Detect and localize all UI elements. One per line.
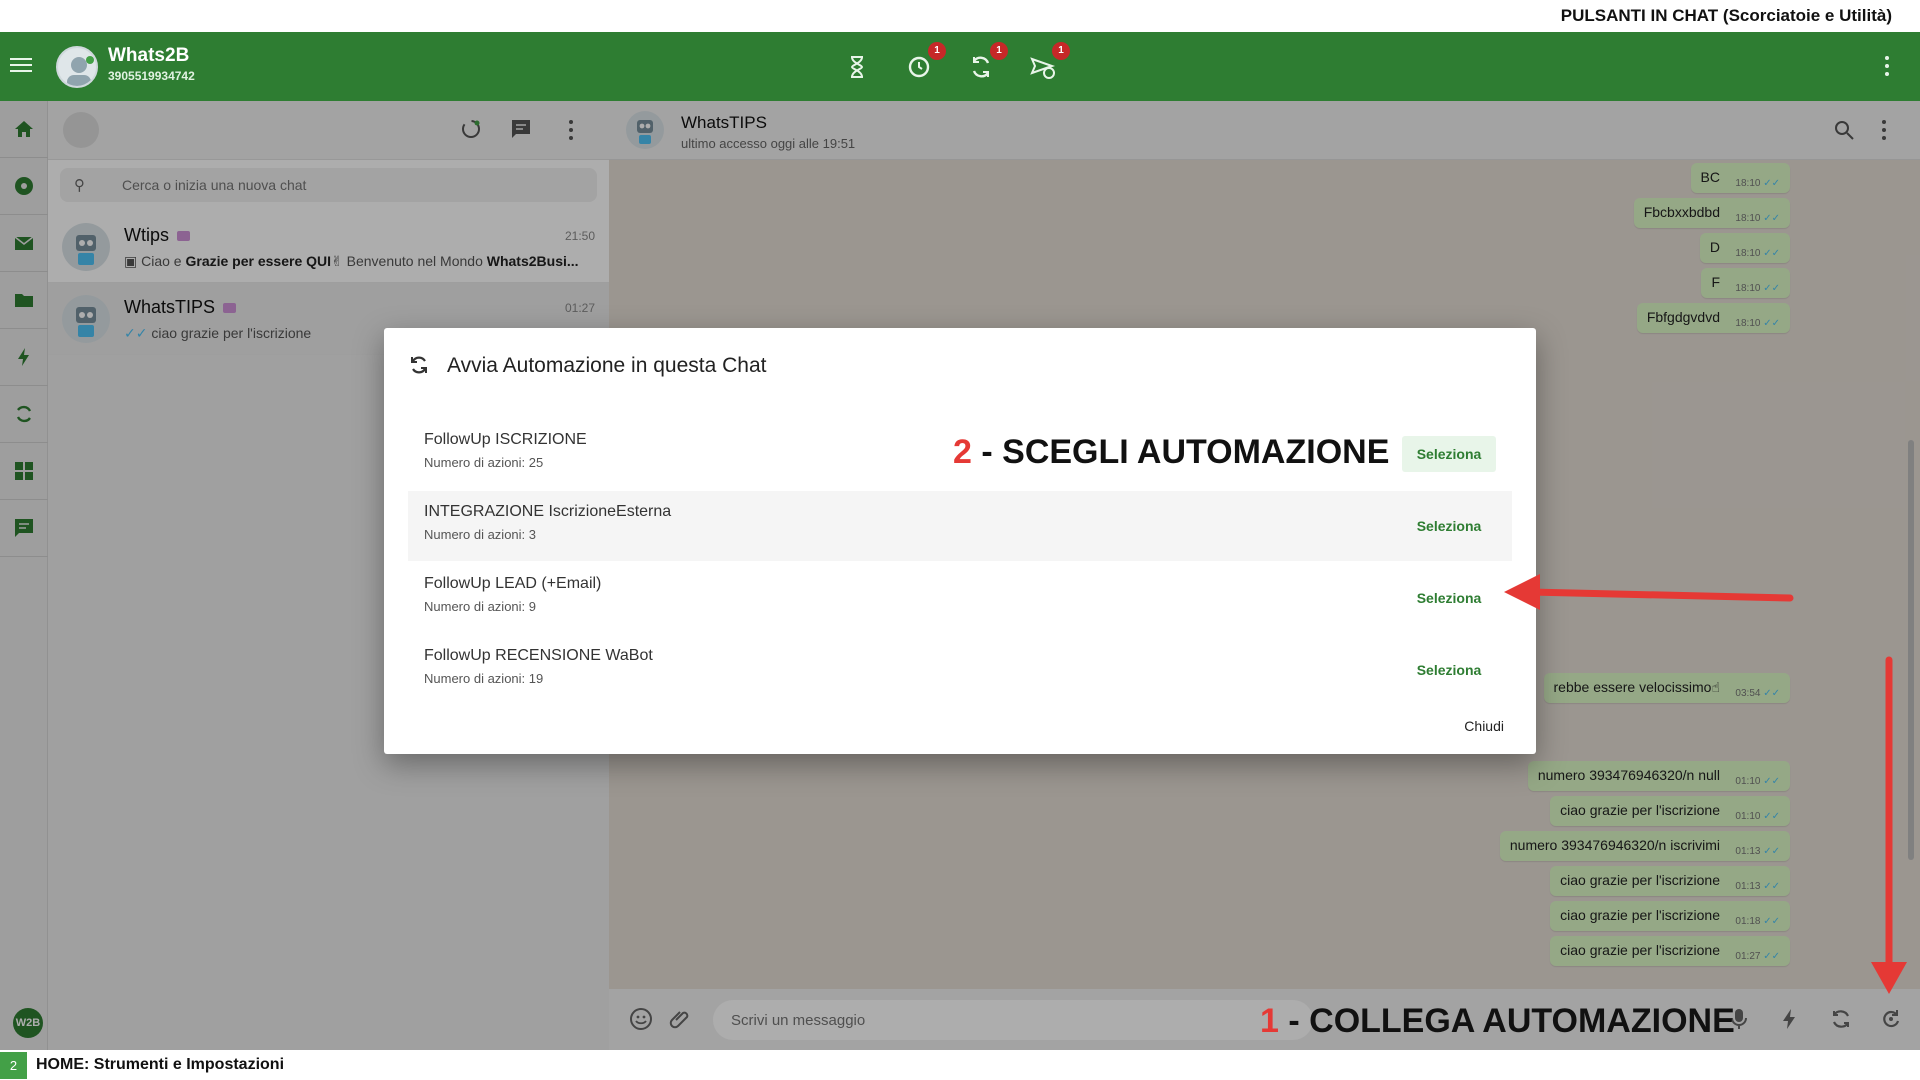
- section-title: HOME: Strumenti e Impostazioni: [36, 1056, 285, 1073]
- page-caption-bottom: 2 HOME: Strumenti e Impostazioni: [0, 1050, 1920, 1080]
- page-number-badge: 2: [0, 1052, 27, 1079]
- arrow-to-link-automation-icon: [1871, 656, 1907, 994]
- annotation-arrows: [1504, 574, 1907, 994]
- arrow-to-select-icon: [1504, 574, 1794, 610]
